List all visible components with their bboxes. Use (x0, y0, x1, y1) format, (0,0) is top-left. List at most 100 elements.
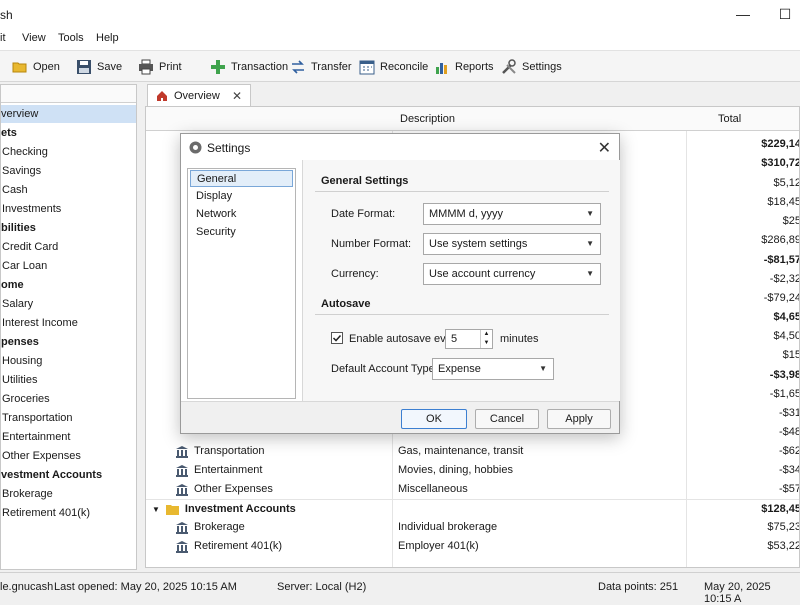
save-button[interactable]: Save (76, 55, 122, 79)
account-tree: verview ets Checking Savings Cash Investments… (0, 84, 137, 570)
number-format-select[interactable]: Use system settings ▼ (423, 233, 601, 255)
minimize-button[interactable]: — (728, 4, 758, 24)
row-total: -$31 (778, 407, 800, 419)
description-column-header[interactable]: Description (400, 113, 455, 125)
settings-button[interactable]: Settings (501, 55, 562, 79)
folder-open-icon (12, 62, 27, 73)
grid-row[interactable]: Transportation Gas, maintenance, transit -… (146, 442, 799, 461)
maximize-button[interactable]: ☐ (770, 4, 800, 24)
autosave-minutes-spinner[interactable]: 5 ▲ ▼ (445, 329, 493, 349)
default-account-type-value: Expense (438, 363, 481, 375)
tree-group[interactable]: penses (1, 333, 39, 351)
save-label: Save (97, 61, 123, 73)
settings-dialog: Settings ✕ General Display Network Secur… (180, 133, 620, 434)
transfer-button[interactable]: Transfer (290, 55, 352, 79)
menu-view[interactable]: View (22, 32, 46, 44)
tree-item[interactable]: Retirement 401(k) (1, 504, 90, 522)
reports-button[interactable]: Reports (434, 55, 494, 79)
tree-item[interactable]: Housing (1, 352, 42, 370)
transfer-arrows-icon (292, 60, 304, 74)
row-total: $229,14 (761, 138, 800, 150)
tree-item[interactable]: Credit Card (1, 238, 58, 256)
tree-item[interactable]: Cash (1, 181, 28, 199)
default-account-type-select[interactable]: Expense ▼ (432, 358, 554, 380)
tree-item[interactable]: Interest Income (1, 314, 78, 332)
autosave-checkbox[interactable] (331, 332, 343, 344)
spinner-arrows-icon[interactable]: ▲ ▼ (480, 330, 492, 348)
date-format-select[interactable]: MMMM d, yyyy ▼ (423, 203, 601, 225)
currency-select[interactable]: Use account currency ▼ (423, 263, 601, 285)
cancel-button[interactable]: Cancel (475, 409, 539, 429)
tree-item[interactable]: Utilities (1, 371, 37, 389)
row-account-name: Brokerage (194, 521, 245, 533)
category-network[interactable]: Network (190, 206, 293, 223)
tree-item[interactable]: Groceries (1, 390, 50, 408)
currency-value: Use account currency (429, 268, 536, 280)
plus-icon (211, 60, 225, 74)
tree-item[interactable]: Checking (1, 143, 48, 161)
apply-button[interactable]: Apply (547, 409, 611, 429)
grid-row[interactable]: Retirement 401(k) Employer 401(k) $53,22 (146, 537, 799, 556)
settings-label: Settings (522, 61, 562, 73)
tree-item[interactable]: Salary (1, 295, 33, 313)
category-general[interactable]: General (190, 170, 293, 187)
grid-row[interactable]: Brokerage Individual brokerage $75,23 (146, 518, 799, 537)
menu-tools[interactable]: Tools (58, 32, 84, 44)
transaction-label: Transaction (231, 61, 289, 73)
open-button[interactable]: Open (12, 55, 60, 79)
reconcile-label: Reconcile (380, 61, 429, 73)
menu-edit[interactable]: it (0, 32, 6, 44)
expand-arrow-icon[interactable]: ▼ (152, 500, 160, 519)
wrench-screwdriver-icon (502, 59, 516, 74)
tree-item[interactable]: Car Loan (1, 257, 47, 275)
total-column-header[interactable]: Total (718, 113, 741, 125)
category-security[interactable]: Security (190, 224, 293, 241)
dialog-button-bar: OK Cancel Apply (181, 401, 619, 433)
tree-group[interactable]: bilities (1, 219, 36, 237)
tree-item[interactable]: verview (1, 105, 136, 123)
row-description: Individual brokerage (398, 521, 498, 533)
tab-overview[interactable]: Overview ✕ (147, 84, 251, 106)
row-total: -$81,57 (763, 254, 800, 266)
transaction-button[interactable]: Transaction (210, 55, 288, 79)
tree-item[interactable]: Transportation (1, 409, 73, 427)
dialog-close-button[interactable]: ✕ (598, 138, 611, 158)
tree-item[interactable]: Savings (1, 162, 41, 180)
row-total: -$2,32 (769, 273, 800, 285)
bank-icon (176, 540, 188, 553)
menu-help[interactable]: Help (96, 32, 119, 44)
number-format-label: Number Format: (331, 238, 412, 250)
row-account-cell: Retirement 401(k) (176, 537, 282, 556)
close-tab-icon[interactable]: ✕ (232, 89, 242, 103)
floppy-disk-icon (77, 60, 91, 74)
bank-icon (176, 445, 188, 458)
row-total: -$57 (778, 483, 800, 495)
reconcile-button[interactable]: Reconcile (359, 55, 428, 79)
general-settings-panel: General Settings Date Format: MMMM d, yy… (302, 160, 620, 401)
grid-row[interactable]: Entertainment Movies, dining, hobbies -$34 (146, 461, 800, 480)
row-account-name: Other Expenses (194, 483, 273, 495)
tree-item[interactable]: Entertainment (1, 428, 70, 446)
app-logo-icon (189, 141, 202, 154)
category-display[interactable]: Display (190, 188, 293, 205)
minutes-label: minutes (500, 333, 539, 345)
row-total: -$3,98 (769, 369, 800, 381)
grid-row[interactable]: Other Expenses Miscellaneous -$57 (146, 480, 800, 499)
checkmark-icon (332, 334, 342, 342)
row-total: $15 (782, 349, 800, 361)
row-total: -$79,24 (763, 292, 800, 304)
row-total: -$48 (778, 426, 800, 438)
ok-button[interactable]: OK (401, 409, 467, 429)
print-button[interactable]: Print (138, 55, 182, 79)
tree-item[interactable]: Other Expenses (1, 447, 81, 465)
autosave-minutes-value: 5 (451, 333, 458, 345)
tree-group[interactable]: ome (1, 276, 24, 294)
tree-group[interactable]: vestment Accounts (1, 466, 102, 484)
row-account-cell: Entertainment (176, 461, 262, 480)
grid-row[interactable]: ▼ Investment Accounts $128,45 (146, 499, 799, 519)
row-total: -$34 (778, 464, 800, 476)
tree-item[interactable]: Brokerage (1, 485, 53, 503)
tree-group[interactable]: ets (1, 124, 17, 142)
row-total: $18,45 (767, 196, 800, 208)
tree-item[interactable]: Investments (1, 200, 61, 218)
